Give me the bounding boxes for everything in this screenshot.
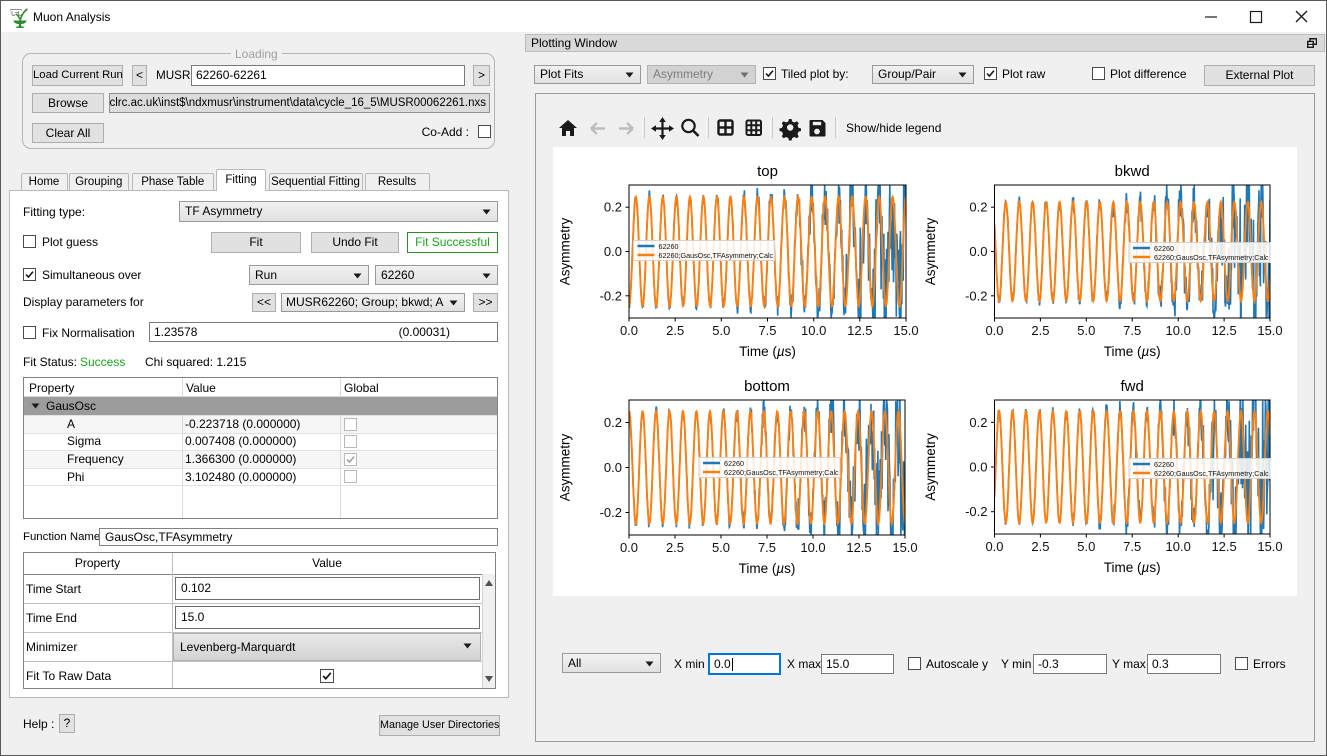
svg-text:0.2: 0.2 xyxy=(604,415,622,430)
svg-text:Asymmetry: Asymmetry xyxy=(923,433,938,501)
svg-text:15.0: 15.0 xyxy=(892,540,917,555)
svg-text:0.2: 0.2 xyxy=(969,415,987,430)
svg-text:15.0: 15.0 xyxy=(1257,323,1282,338)
svg-text:Time (µs): Time (µs) xyxy=(739,561,796,576)
svg-text:62260: 62260 xyxy=(1154,244,1174,253)
svg-text:0.0: 0.0 xyxy=(985,323,1003,338)
svg-text:Asymmetry: Asymmetry xyxy=(923,218,938,286)
svg-text:62260;GausOsc,TFAsymmetry;Calc: 62260;GausOsc,TFAsymmetry;Calc xyxy=(659,251,774,260)
svg-text:Time (µs): Time (µs) xyxy=(739,344,796,359)
svg-text:-0.2: -0.2 xyxy=(600,505,622,520)
svg-text:0.0: 0.0 xyxy=(969,460,987,475)
svg-text:0.0: 0.0 xyxy=(604,460,622,475)
svg-text:0.0: 0.0 xyxy=(620,540,638,555)
svg-text:bottom: bottom xyxy=(744,378,790,395)
svg-text:Asymmetry: Asymmetry xyxy=(558,218,573,286)
svg-text:0.0: 0.0 xyxy=(969,244,987,259)
svg-text:15.0: 15.0 xyxy=(893,323,918,338)
svg-text:fwd: fwd xyxy=(1121,378,1144,395)
svg-text:top: top xyxy=(757,163,778,180)
svg-text:7.5: 7.5 xyxy=(1123,323,1141,338)
svg-text:2.5: 2.5 xyxy=(1031,539,1049,554)
svg-text:62260;GausOsc,TFAsymmetry;Calc: 62260;GausOsc,TFAsymmetry;Calc xyxy=(1154,469,1269,478)
svg-text:10.0: 10.0 xyxy=(1166,323,1191,338)
svg-text:12.5: 12.5 xyxy=(1211,539,1236,554)
svg-text:7.5: 7.5 xyxy=(758,323,776,338)
svg-text:Asymmetry: Asymmetry xyxy=(558,434,573,502)
svg-text:5.0: 5.0 xyxy=(1077,323,1095,338)
svg-text:7.5: 7.5 xyxy=(1123,539,1141,554)
svg-text:12.5: 12.5 xyxy=(846,540,871,555)
svg-text:62260: 62260 xyxy=(1154,460,1174,469)
svg-text:Time (µs): Time (µs) xyxy=(1104,344,1161,359)
svg-text:Time (µs): Time (µs) xyxy=(1104,560,1161,575)
svg-text:bkwd: bkwd xyxy=(1115,163,1150,180)
svg-text:0.0: 0.0 xyxy=(604,244,622,259)
svg-text:-0.2: -0.2 xyxy=(965,504,987,519)
svg-text:0.2: 0.2 xyxy=(604,200,622,215)
svg-text:2.5: 2.5 xyxy=(1031,323,1049,338)
svg-text:2.5: 2.5 xyxy=(666,323,684,338)
svg-text:0.0: 0.0 xyxy=(620,323,638,338)
svg-text:62260: 62260 xyxy=(659,242,679,251)
svg-text:-0.2: -0.2 xyxy=(965,288,987,303)
svg-text:12.5: 12.5 xyxy=(1211,323,1236,338)
svg-text:5.0: 5.0 xyxy=(712,323,730,338)
svg-text:10.0: 10.0 xyxy=(800,540,825,555)
svg-text:5.0: 5.0 xyxy=(712,540,730,555)
svg-text:7.5: 7.5 xyxy=(758,540,776,555)
svg-text:15.0: 15.0 xyxy=(1257,539,1282,554)
svg-text:62260;GausOsc,TFAsymmetry;Calc: 62260;GausOsc,TFAsymmetry;Calc xyxy=(724,468,839,477)
svg-text:5.0: 5.0 xyxy=(1077,539,1095,554)
svg-text:10.0: 10.0 xyxy=(801,323,826,338)
svg-text:62260: 62260 xyxy=(724,459,744,468)
svg-text:2.5: 2.5 xyxy=(666,540,684,555)
svg-text:62260;GausOsc,TFAsymmetry;Calc: 62260;GausOsc,TFAsymmetry;Calc xyxy=(1154,253,1269,262)
svg-text:0.0: 0.0 xyxy=(985,539,1003,554)
svg-text:10.0: 10.0 xyxy=(1166,539,1191,554)
svg-text:-0.2: -0.2 xyxy=(600,288,622,303)
svg-text:0.2: 0.2 xyxy=(969,200,987,215)
svg-text:12.5: 12.5 xyxy=(847,323,872,338)
